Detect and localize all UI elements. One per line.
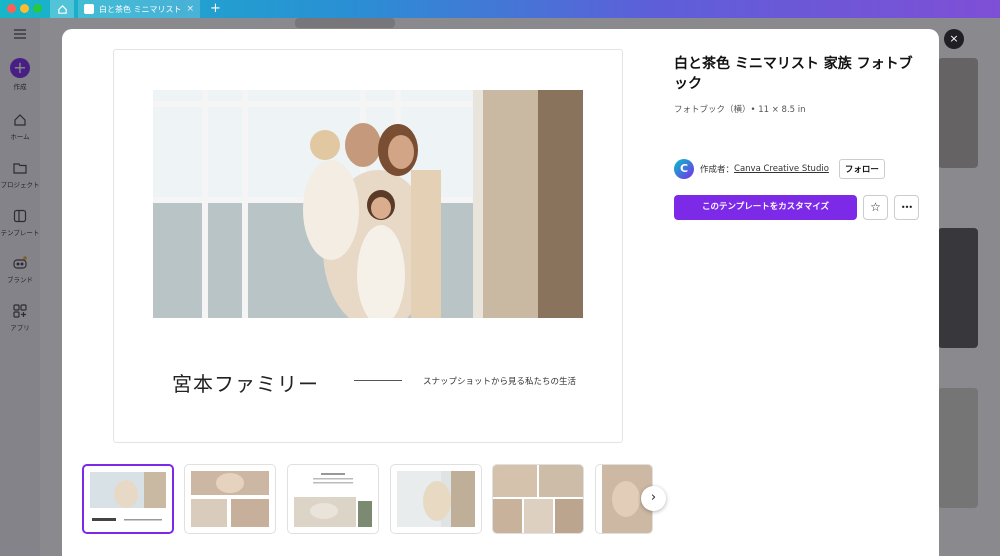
family-photo-image <box>153 90 583 318</box>
author-avatar[interactable]: C <box>674 159 694 179</box>
family-name-text: 宮本ファミリー <box>172 372 319 396</box>
author-prefix: 作成者： <box>700 165 735 175</box>
author-row: C 作成者： Canva Creative Studio フォロー <box>674 159 885 179</box>
home-icon <box>57 4 67 14</box>
close-window-button[interactable] <box>7 4 16 13</box>
template-subtitle: フォトブック（横）• 11 × 8.5 in <box>674 105 806 115</box>
cover-photo <box>153 90 583 318</box>
page-thumbnail-3[interactable] <box>287 464 379 534</box>
document-tab-label: 白と茶色 ミニマリスト... <box>99 4 182 14</box>
template-title: 白と茶色 ミニマリスト 家族 フォトブック <box>674 56 913 92</box>
close-modal-button[interactable]: × <box>944 29 964 49</box>
template-info-panel: 白と茶色 ミニマリスト 家族 フォトブック フォトブック（横）• 11 × 8.… <box>674 54 924 220</box>
actions-row: このテンプレートをカスタマイズ ☆ ••• <box>674 195 919 220</box>
new-tab-button[interactable]: + <box>210 0 221 18</box>
page-thumbnail-1[interactable] <box>82 464 174 534</box>
more-icon: ••• <box>900 203 913 212</box>
template-preview-page: 宮本ファミリー スナップショットから見る私たちの生活 <box>113 49 623 443</box>
maximize-window-button[interactable] <box>33 4 42 13</box>
next-thumbnails-button[interactable]: › <box>641 486 666 511</box>
document-tab[interactable]: 白と茶色 ミニマリスト... × <box>78 0 200 18</box>
page-thumbnail-4[interactable] <box>390 464 482 534</box>
star-icon: ☆ <box>870 200 881 214</box>
tab-close-icon[interactable]: × <box>186 4 194 14</box>
divider-line <box>354 380 402 381</box>
tagline-text: スナップショットから見る私たちの生活 <box>423 377 577 387</box>
follow-button[interactable]: フォロー <box>838 159 885 179</box>
document-icon <box>84 4 94 14</box>
title-bar: 白と茶色 ミニマリスト... × + <box>0 0 1000 18</box>
page-thumbnail-5[interactable] <box>492 464 584 534</box>
favorite-button[interactable]: ☆ <box>863 195 888 220</box>
template-preview-modal: 宮本ファミリー スナップショットから見る私たちの生活 › 白と茶色 ミニマリスト… <box>62 29 939 556</box>
minimize-window-button[interactable] <box>20 4 29 13</box>
author-link[interactable]: Canva Creative Studio <box>734 164 829 174</box>
page-thumbnail-2[interactable] <box>184 464 276 534</box>
more-options-button[interactable]: ••• <box>894 195 919 220</box>
home-tab[interactable] <box>50 0 74 18</box>
customize-template-button[interactable]: このテンプレートをカスタマイズ <box>674 195 857 220</box>
